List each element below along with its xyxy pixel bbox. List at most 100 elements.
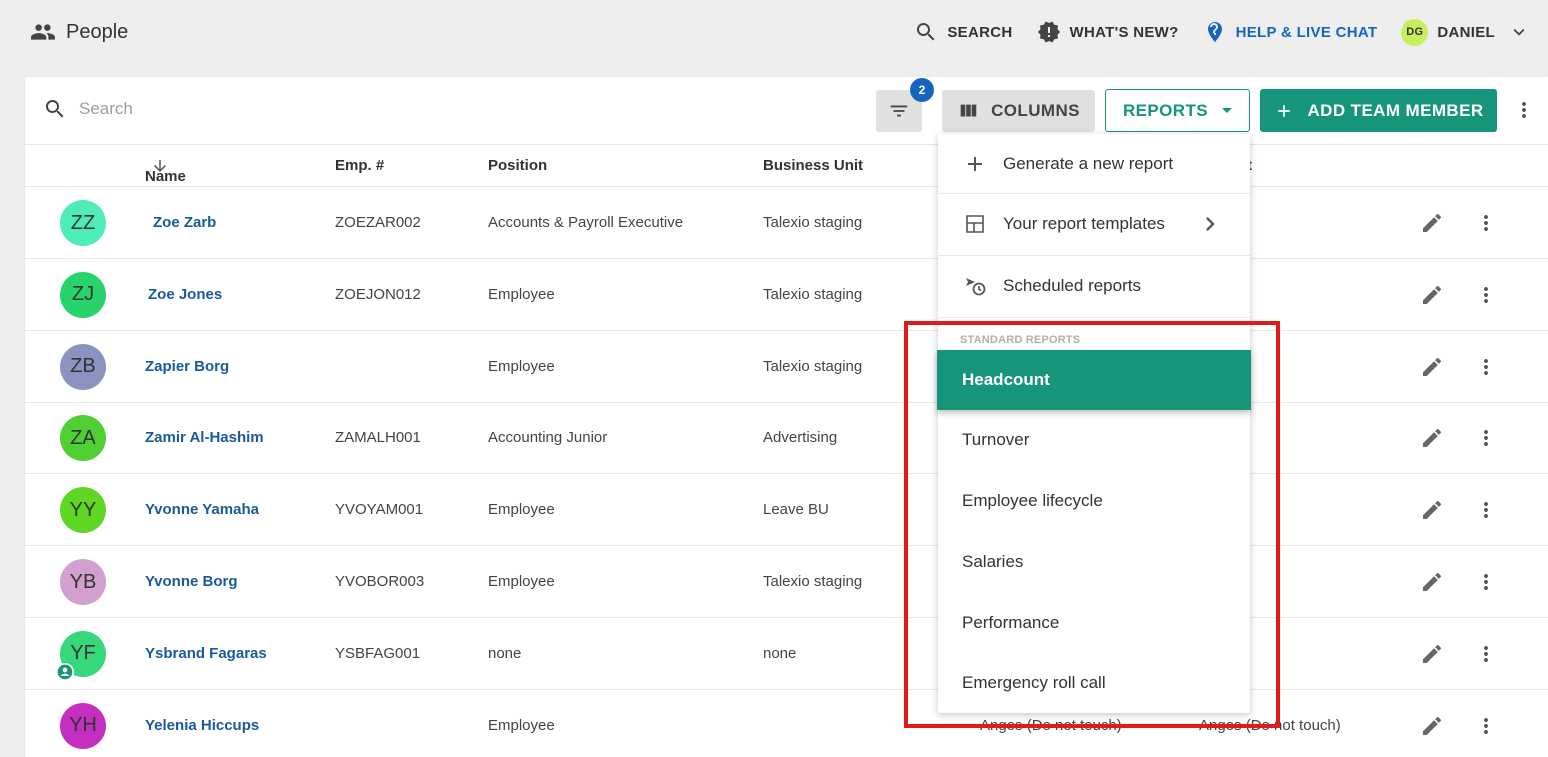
report-headcount[interactable]: Headcount [937, 350, 1251, 410]
employee-name-link[interactable]: Zapier Borg [145, 358, 229, 375]
scheduled-report-icon [966, 278, 986, 296]
more-vert-icon[interactable] [1474, 283, 1498, 307]
table-row[interactable]: ZZ Zoe Zarb ZOEZAR002 Accounts & Payroll Ex… [25, 187, 1548, 259]
cell-position: Employee [488, 573, 555, 590]
header-business-unit[interactable]: Business Unit [763, 157, 863, 174]
help-icon [1207, 22, 1222, 42]
cell-emp-number: YVOBOR003 [335, 573, 425, 590]
avatar[interactable]: YF [56, 630, 106, 681]
cell-position: Employee [488, 716, 555, 734]
cell-emp-number: ZAMALH001 [335, 429, 421, 447]
edit-icon[interactable] [1420, 211, 1444, 235]
user-avatar: DG [1401, 18, 1429, 46]
chevron-right-icon [1206, 217, 1215, 231]
table-row[interactable]: YH Yelenia Hiccups Employee Angos (Do not t… [25, 690, 1548, 757]
report-salaries[interactable]: Salaries [962, 552, 1023, 572]
search-link[interactable]: SEARCH [914, 20, 1012, 44]
cell-position: Employee [488, 501, 555, 519]
scheduled-reports-item[interactable]: Scheduled reports [938, 258, 1250, 314]
cell-position: Accounts & Payroll Executive [488, 214, 684, 231]
table-row[interactable]: ZJ Zoe Jones ZOEJON012 Employee Talexio stag… [25, 259, 1548, 331]
reports-button[interactable]: REPORTS [1105, 89, 1250, 132]
template-icon [966, 215, 984, 233]
cell-emp-number: ZOEJON012 [335, 285, 421, 303]
user-menu[interactable]: DG DANIEL [1401, 18, 1530, 46]
cell-business-unit: Talexio staging [763, 573, 863, 590]
table-row[interactable]: ZA Zamir Al-Hashim ZAMALH001 Accounting Jun… [25, 402, 1548, 475]
cell-position: Accounting Junior [488, 429, 608, 447]
edit-icon[interactable] [1420, 498, 1444, 522]
header-emp[interactable]: Emp. # [335, 157, 384, 174]
add-team-member-button[interactable]: ADD TEAM MEMBER [1260, 89, 1497, 132]
cell-position: none [488, 644, 522, 662]
plus-icon [1277, 104, 1290, 117]
table-row[interactable]: YF Ysbrand Fagaras YSBFAG001 none none [25, 618, 1548, 690]
cell-business-unit: none [763, 644, 797, 662]
top-nav: SEARCH WHAT'S NEW? HELP & LIVE CHAT DG D… [890, 16, 1530, 48]
avatar[interactable]: ZB [60, 343, 106, 390]
employee-name-link[interactable]: Yvonne Borg [145, 573, 238, 590]
account-circle-icon [56, 662, 74, 681]
cell-business-unit: Advertising [763, 429, 838, 447]
columns-label: COLUMNS [991, 101, 1080, 120]
report-emergency-roll-call[interactable]: Emergency roll call [962, 673, 1106, 693]
more-vert-icon[interactable] [1474, 570, 1498, 594]
more-vert-icon[interactable] [1474, 642, 1498, 666]
edit-icon[interactable] [1420, 355, 1444, 379]
help-live-chat-link[interactable]: HELP & LIVE CHAT [1203, 20, 1378, 44]
report-employee-lifecycle[interactable]: Employee lifecycle [962, 491, 1103, 511]
header-name[interactable]: Name [145, 157, 186, 185]
chevron-down-icon [1513, 28, 1525, 36]
edit-icon[interactable] [1420, 570, 1444, 594]
whats-new-link[interactable]: WHAT'S NEW? [1037, 20, 1179, 44]
more-vert-icon[interactable] [1474, 211, 1498, 235]
employee-name-link[interactable]: Yvonne Yamaha [145, 501, 259, 518]
edit-icon[interactable] [1420, 426, 1444, 450]
columns-icon [960, 104, 977, 117]
help-label: HELP & LIVE CHAT [1235, 23, 1378, 41]
table-row[interactable]: ZB Zapier Borg Employee Talexio staging [25, 331, 1548, 403]
cell-business-unit: Leave BU [763, 501, 829, 519]
cell-extra: Angos (Do not touch) [1199, 716, 1341, 734]
divider [938, 317, 1250, 318]
employee-name-link[interactable]: Zoe Zarb [153, 214, 216, 231]
employee-name-link[interactable]: Zoe Jones [148, 286, 222, 303]
edit-icon[interactable] [1420, 642, 1444, 666]
report-performance[interactable]: Performance [962, 613, 1059, 633]
employee-name-link[interactable]: Ysbrand Fagaras [145, 645, 267, 662]
more-vert-icon[interactable] [1474, 426, 1498, 450]
cell-extra-a: Angos (Do not touch) [980, 716, 1122, 734]
reports-label: REPORTS [1123, 100, 1208, 120]
table-row[interactable]: YB Yvonne Borg YVOBOR003 Employee Talexio st… [25, 546, 1548, 618]
header-position[interactable]: Position [488, 157, 547, 174]
more-vert-icon[interactable] [1474, 714, 1498, 738]
more-vert-icon[interactable] [1474, 498, 1498, 522]
people-icon [31, 24, 55, 40]
edit-icon[interactable] [1420, 714, 1444, 738]
cell-business-unit: Talexio staging [763, 285, 863, 303]
new-badge-icon [1037, 21, 1060, 43]
more-vert-icon[interactable] [1474, 355, 1498, 379]
avatar[interactable]: YH [60, 702, 106, 749]
columns-button[interactable]: COLUMNS [942, 90, 1095, 132]
employee-name-link[interactable]: Zamir Al-Hashim [145, 429, 264, 446]
search-input[interactable] [79, 99, 479, 119]
edit-icon[interactable] [1420, 283, 1444, 307]
user-name: DANIEL [1437, 23, 1495, 41]
more-vert-icon[interactable] [1512, 98, 1536, 122]
avatar[interactable]: ZZ [60, 200, 106, 246]
filter-icon [890, 105, 908, 117]
cell-position: Employee [488, 357, 555, 375]
avatar[interactable]: YY [60, 487, 106, 534]
avatar[interactable]: ZA [60, 415, 106, 462]
search-box [43, 97, 479, 121]
search-icon [917, 23, 935, 41]
avatar[interactable]: YB [60, 559, 106, 605]
avatar[interactable]: ZJ [60, 271, 106, 318]
table-row[interactable]: YY Yvonne Yamaha YVOYAM001 Employee Leave BU… [25, 474, 1548, 547]
generate-report-item[interactable]: Generate a new report [938, 136, 1250, 192]
report-templates-item[interactable]: Your report templates [938, 196, 1250, 252]
report-turnover[interactable]: Turnover [962, 430, 1029, 450]
standard-reports-heading: STANDARD REPORTS [960, 334, 1081, 346]
employee-name-link[interactable]: Yelenia Hiccups [145, 717, 259, 734]
